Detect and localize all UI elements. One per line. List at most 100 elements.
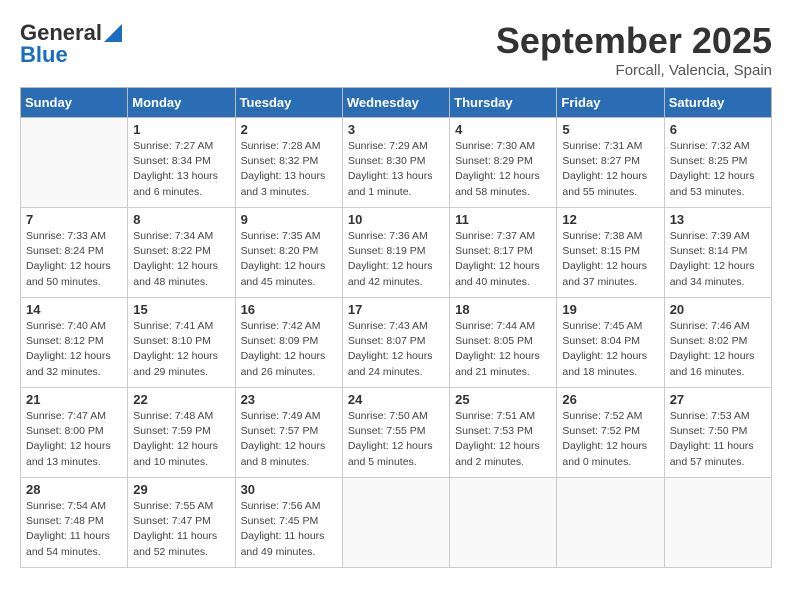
day-info: Sunrise: 7:31 AM Sunset: 8:27 PM Dayligh…	[562, 139, 658, 200]
day-info: Sunrise: 7:49 AM Sunset: 7:57 PM Dayligh…	[241, 409, 337, 470]
day-number: 30	[241, 482, 337, 497]
day-number: 3	[348, 122, 444, 137]
calendar-cell: 29 Sunrise: 7:55 AM Sunset: 7:47 PM Dayli…	[128, 478, 235, 568]
day-info: Sunrise: 7:56 AM Sunset: 7:45 PM Dayligh…	[241, 499, 337, 560]
calendar-cell: 13 Sunrise: 7:39 AM Sunset: 8:14 PM Dayli…	[664, 208, 771, 298]
day-info: Sunrise: 7:29 AM Sunset: 8:30 PM Dayligh…	[348, 139, 444, 200]
header-monday: Monday	[128, 88, 235, 118]
day-info: Sunrise: 7:27 AM Sunset: 8:34 PM Dayligh…	[133, 139, 229, 200]
day-number: 21	[26, 392, 122, 407]
day-info: Sunrise: 7:37 AM Sunset: 8:17 PM Dayligh…	[455, 229, 551, 290]
calendar-cell: 2 Sunrise: 7:28 AM Sunset: 8:32 PM Daylig…	[235, 118, 342, 208]
month-title: September 2025	[496, 20, 772, 62]
day-info: Sunrise: 7:30 AM Sunset: 8:29 PM Dayligh…	[455, 139, 551, 200]
calendar-header-row: SundayMondayTuesdayWednesdayThursdayFrid…	[21, 88, 772, 118]
calendar-cell: 18Sunrise: 7:44 AM Sunset: 8:05 PM Dayli…	[450, 298, 557, 388]
calendar-cell: 26 Sunrise: 7:52 AM Sunset: 7:52 PM Dayli…	[557, 388, 664, 478]
day-info: Sunrise: 7:36 AM Sunset: 8:19 PM Dayligh…	[348, 229, 444, 290]
day-number: 8	[133, 212, 229, 227]
calendar-cell: 9Sunrise: 7:35 AM Sunset: 8:20 PM Daylig…	[235, 208, 342, 298]
day-number: 26	[562, 392, 658, 407]
calendar-cell: 17 Sunrise: 7:43 AM Sunset: 8:07 PM Dayli…	[342, 298, 449, 388]
calendar-cell: 20 Sunrise: 7:46 AM Sunset: 8:02 PM Dayli…	[664, 298, 771, 388]
calendar-cell: 27 Sunrise: 7:53 AM Sunset: 7:50 PM Dayli…	[664, 388, 771, 478]
calendar-cell: 23 Sunrise: 7:49 AM Sunset: 7:57 PM Dayli…	[235, 388, 342, 478]
day-info: Sunrise: 7:43 AM Sunset: 8:07 PM Dayligh…	[348, 319, 444, 380]
calendar-cell: 28 Sunrise: 7:54 AM Sunset: 7:48 PM Dayli…	[21, 478, 128, 568]
calendar-week-3: 14 Sunrise: 7:40 AM Sunset: 8:12 PM Dayli…	[21, 298, 772, 388]
day-number: 28	[26, 482, 122, 497]
calendar-cell: 11 Sunrise: 7:37 AM Sunset: 8:17 PM Dayli…	[450, 208, 557, 298]
day-info: Sunrise: 7:51 AM Sunset: 7:53 PM Dayligh…	[455, 409, 551, 470]
day-info: Sunrise: 7:53 AM Sunset: 7:50 PM Dayligh…	[670, 409, 766, 470]
day-info: Sunrise: 7:50 AM Sunset: 7:55 PM Dayligh…	[348, 409, 444, 470]
day-number: 14	[26, 302, 122, 317]
calendar-week-4: 21 Sunrise: 7:47 AM Sunset: 8:00 PM Dayli…	[21, 388, 772, 478]
calendar-week-1: 1Sunrise: 7:27 AM Sunset: 8:34 PM Daylig…	[21, 118, 772, 208]
page-header: General Blue September 2025 Forcall, Val…	[20, 20, 772, 79]
location: Forcall, Valencia, Spain	[496, 62, 772, 79]
day-info: Sunrise: 7:40 AM Sunset: 8:12 PM Dayligh…	[26, 319, 122, 380]
day-number: 18	[455, 302, 551, 317]
day-number: 16	[241, 302, 337, 317]
calendar-cell: 24Sunrise: 7:50 AM Sunset: 7:55 PM Dayli…	[342, 388, 449, 478]
calendar-cell: 16 Sunrise: 7:42 AM Sunset: 8:09 PM Dayli…	[235, 298, 342, 388]
calendar-cell: 22 Sunrise: 7:48 AM Sunset: 7:59 PM Dayli…	[128, 388, 235, 478]
header-tuesday: Tuesday	[235, 88, 342, 118]
day-info: Sunrise: 7:52 AM Sunset: 7:52 PM Dayligh…	[562, 409, 658, 470]
day-number: 20	[670, 302, 766, 317]
calendar-cell: 25 Sunrise: 7:51 AM Sunset: 7:53 PM Dayli…	[450, 388, 557, 478]
calendar-cell: 1Sunrise: 7:27 AM Sunset: 8:34 PM Daylig…	[128, 118, 235, 208]
logo-blue: Blue	[20, 42, 68, 68]
day-number: 11	[455, 212, 551, 227]
day-info: Sunrise: 7:38 AM Sunset: 8:15 PM Dayligh…	[562, 229, 658, 290]
calendar-cell: 30 Sunrise: 7:56 AM Sunset: 7:45 PM Dayli…	[235, 478, 342, 568]
day-info: Sunrise: 7:39 AM Sunset: 8:14 PM Dayligh…	[670, 229, 766, 290]
day-number: 13	[670, 212, 766, 227]
day-info: Sunrise: 7:28 AM Sunset: 8:32 PM Dayligh…	[241, 139, 337, 200]
calendar-week-5: 28 Sunrise: 7:54 AM Sunset: 7:48 PM Dayli…	[21, 478, 772, 568]
day-info: Sunrise: 7:46 AM Sunset: 8:02 PM Dayligh…	[670, 319, 766, 380]
day-number: 29	[133, 482, 229, 497]
calendar-cell	[342, 478, 449, 568]
logo-triangle-icon	[104, 20, 122, 42]
calendar-cell: 21 Sunrise: 7:47 AM Sunset: 8:00 PM Dayli…	[21, 388, 128, 478]
day-number: 2	[241, 122, 337, 137]
calendar-cell	[664, 478, 771, 568]
calendar-cell: 10 Sunrise: 7:36 AM Sunset: 8:19 PM Dayli…	[342, 208, 449, 298]
calendar-cell	[21, 118, 128, 208]
day-number: 25	[455, 392, 551, 407]
day-info: Sunrise: 7:48 AM Sunset: 7:59 PM Dayligh…	[133, 409, 229, 470]
day-number: 10	[348, 212, 444, 227]
day-info: Sunrise: 7:42 AM Sunset: 8:09 PM Dayligh…	[241, 319, 337, 380]
calendar-cell: 6Sunrise: 7:32 AM Sunset: 8:25 PM Daylig…	[664, 118, 771, 208]
day-number: 22	[133, 392, 229, 407]
day-info: Sunrise: 7:32 AM Sunset: 8:25 PM Dayligh…	[670, 139, 766, 200]
day-number: 17	[348, 302, 444, 317]
header-sunday: Sunday	[21, 88, 128, 118]
day-info: Sunrise: 7:34 AM Sunset: 8:22 PM Dayligh…	[133, 229, 229, 290]
day-number: 4	[455, 122, 551, 137]
day-number: 9	[241, 212, 337, 227]
calendar-cell	[557, 478, 664, 568]
day-info: Sunrise: 7:47 AM Sunset: 8:00 PM Dayligh…	[26, 409, 122, 470]
calendar-cell: 8 Sunrise: 7:34 AM Sunset: 8:22 PM Daylig…	[128, 208, 235, 298]
day-number: 27	[670, 392, 766, 407]
calendar-table: SundayMondayTuesdayWednesdayThursdayFrid…	[20, 87, 772, 568]
header-wednesday: Wednesday	[342, 88, 449, 118]
day-info: Sunrise: 7:55 AM Sunset: 7:47 PM Dayligh…	[133, 499, 229, 560]
calendar-cell: 5Sunrise: 7:31 AM Sunset: 8:27 PM Daylig…	[557, 118, 664, 208]
header-thursday: Thursday	[450, 88, 557, 118]
calendar-cell: 7Sunrise: 7:33 AM Sunset: 8:24 PM Daylig…	[21, 208, 128, 298]
calendar-cell: 3 Sunrise: 7:29 AM Sunset: 8:30 PM Daylig…	[342, 118, 449, 208]
header-friday: Friday	[557, 88, 664, 118]
day-number: 19	[562, 302, 658, 317]
calendar-cell: 19Sunrise: 7:45 AM Sunset: 8:04 PM Dayli…	[557, 298, 664, 388]
day-number: 23	[241, 392, 337, 407]
calendar-cell: 12Sunrise: 7:38 AM Sunset: 8:15 PM Dayli…	[557, 208, 664, 298]
day-info: Sunrise: 7:41 AM Sunset: 8:10 PM Dayligh…	[133, 319, 229, 380]
calendar-cell: 14 Sunrise: 7:40 AM Sunset: 8:12 PM Dayli…	[21, 298, 128, 388]
day-number: 7	[26, 212, 122, 227]
day-info: Sunrise: 7:54 AM Sunset: 7:48 PM Dayligh…	[26, 499, 122, 560]
title-block: September 2025 Forcall, Valencia, Spain	[496, 20, 772, 79]
